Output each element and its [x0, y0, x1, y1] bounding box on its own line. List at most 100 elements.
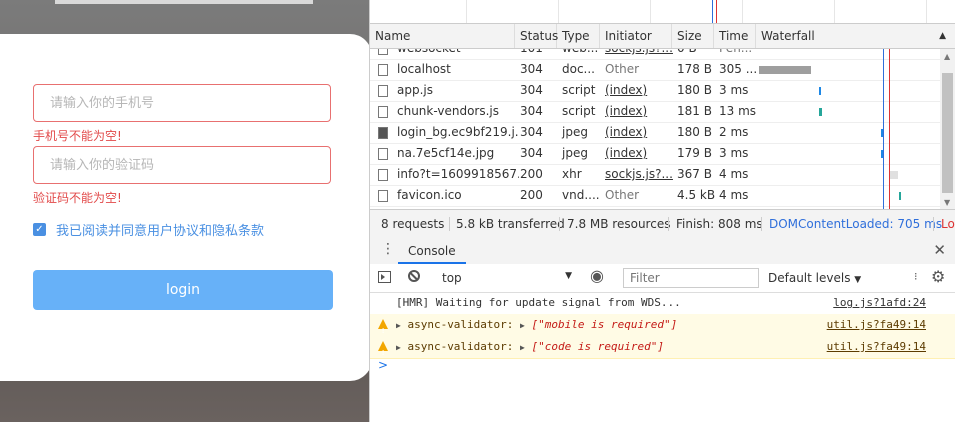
gear-icon[interactable]: ⚙: [931, 267, 945, 286]
col-size[interactable]: Size: [672, 24, 714, 48]
console-filter-input[interactable]: [623, 268, 759, 288]
cell-type: xhr: [562, 167, 582, 181]
summary-divider: [668, 217, 669, 231]
more-icon[interactable]: ⁝: [914, 270, 918, 283]
file-icon: [378, 106, 388, 118]
clear-console-icon[interactable]: [408, 270, 420, 282]
waterfall-bar: [819, 108, 822, 116]
cell-initiator[interactable]: sockjs.js?...: [600, 164, 677, 185]
load-marker: [716, 0, 717, 23]
cell-size: 181 B: [677, 104, 712, 118]
scrollbar-thumb[interactable]: [942, 73, 953, 193]
waterfall-bar: [899, 192, 901, 200]
console-warning[interactable]: ▶ async-validator: ▶ ["code is required"…: [370, 336, 955, 364]
file-icon: [378, 127, 388, 139]
overview-grid-line: [558, 0, 559, 23]
col-initiator[interactable]: Initiator: [600, 24, 672, 48]
table-row[interactable]: na.7e5cf14e.jpg 304 jpeg (index) 179 B 3 ms: [370, 143, 940, 165]
console-toolbar: top ▼ ◉ Default levels ▼ ⁝ ⚙: [370, 264, 955, 293]
cell-time: 13 ms: [719, 104, 757, 118]
cell-time: 305 ...: [719, 62, 758, 76]
table-row[interactable]: app.js 304 script (index) 180 B 3 ms: [370, 80, 940, 102]
login-button[interactable]: login: [33, 270, 333, 310]
cell-initiator: Other: [605, 62, 640, 76]
message-source-link[interactable]: util.js?fa49:14: [827, 336, 926, 358]
message-source-link[interactable]: log.js?1afd:24: [833, 292, 926, 314]
file-icon: [378, 190, 388, 202]
table-row[interactable]: localhost 304 doc... Other 178 B 305 ...: [370, 59, 940, 81]
console-warning[interactable]: ▶ async-validator: ▶ ["mobile is require…: [370, 314, 955, 342]
warning-value: ["mobile is required"]: [531, 318, 678, 331]
cell-status: 304: [520, 62, 543, 76]
expand-icon[interactable]: ▶: [396, 321, 401, 330]
cell-status: 304: [520, 125, 543, 139]
agree-checkbox[interactable]: ✓: [33, 223, 46, 236]
summary-requests: 8 requests: [381, 217, 445, 231]
expand-icon[interactable]: ▶: [520, 321, 525, 330]
cell-size: 4.5 kB: [677, 188, 716, 202]
cell-time: 3 ms: [719, 146, 749, 160]
phone-input[interactable]: [33, 84, 331, 122]
cell-size: 179 B: [677, 146, 712, 160]
warning-icon: [378, 319, 388, 342]
col-type[interactable]: Type: [557, 24, 600, 48]
cell-type: jpeg: [562, 146, 588, 160]
col-time[interactable]: Time: [714, 24, 756, 48]
col-waterfall[interactable]: Waterfall ▲: [756, 24, 955, 48]
expand-icon[interactable]: ▶: [520, 343, 525, 352]
cell-status: 304: [520, 83, 543, 97]
cell-initiator[interactable]: sockjs.js?...: [600, 49, 677, 59]
cell-initiator[interactable]: (index): [600, 80, 677, 101]
dcl-marker: [712, 0, 713, 23]
table-row[interactable]: favicon.ico 200 vnd.... Other 4.5 kB 4 ms: [370, 185, 940, 207]
cell-type: script: [562, 104, 596, 118]
load-line: [889, 49, 890, 209]
network-overview[interactable]: [370, 0, 955, 24]
file-icon: [378, 85, 388, 97]
agree-label[interactable]: 我已阅读并同意用户协议和隐私条款: [56, 220, 264, 239]
chevron-down-icon: ▼: [854, 275, 862, 285]
more-tools-icon[interactable]: ⋮: [381, 241, 395, 257]
col-status[interactable]: Status: [515, 24, 558, 48]
close-drawer-icon[interactable]: ✕: [933, 241, 946, 259]
expand-icon[interactable]: ▶: [396, 343, 401, 352]
message-source-link[interactable]: util.js?fa49:14: [827, 314, 926, 336]
cell-name: favicon.ico: [397, 188, 462, 202]
cell-size: 178 B: [677, 62, 712, 76]
file-icon: [378, 148, 388, 160]
col-name[interactable]: Name: [370, 24, 515, 48]
app-viewport: 手机号不能为空! 验证码不能为空! ✓ 我已阅读并同意用户协议和隐私条款 log…: [0, 0, 369, 422]
table-row[interactable]: chunk-vendors.js 304 script (index) 181 B 13 …: [370, 101, 940, 123]
summary-divider: [559, 217, 560, 231]
cell-name: chunk-vendors.js: [397, 104, 500, 118]
cell-initiator: Other: [605, 188, 640, 202]
background-photo-edge: [55, 0, 313, 4]
console-prompt[interactable]: >: [378, 358, 388, 372]
log-levels-dropdown[interactable]: Default levels ▼: [768, 271, 861, 285]
scroll-up-icon[interactable]: ▲: [944, 52, 950, 61]
chevron-down-icon: ▼: [565, 271, 572, 281]
network-scrollbar[interactable]: ▲ ▼: [940, 49, 955, 209]
sort-up-icon[interactable]: ▲: [939, 24, 946, 48]
cell-status: 304: [520, 104, 543, 118]
table-row[interactable]: login_bg.ec9bf219.j... 304 jpeg (index) 180 …: [370, 122, 940, 144]
sidebar-toggle-icon[interactable]: [378, 271, 391, 283]
scroll-down-icon[interactable]: ▼: [944, 198, 950, 207]
tab-console[interactable]: Console: [398, 238, 466, 264]
table-row[interactable]: info?t=1609918567... 200 xhr sockjs.js?... 3…: [370, 164, 940, 186]
message-text: [HMR] Waiting for update signal from WDS…: [396, 296, 681, 309]
context-selector[interactable]: top ▼: [432, 268, 572, 288]
cell-initiator[interactable]: (index): [600, 101, 677, 122]
cell-initiator[interactable]: (index): [600, 122, 677, 143]
cell-type: script: [562, 83, 596, 97]
agreement-row[interactable]: ✓ 我已阅读并同意用户协议和隐私条款: [33, 220, 264, 239]
code-input[interactable]: [33, 146, 331, 184]
cell-initiator[interactable]: (index): [600, 143, 677, 164]
cell-size: 180 B: [677, 125, 712, 139]
overview-grid-line: [650, 0, 651, 23]
cell-name: websocket: [392, 49, 519, 59]
eye-icon[interactable]: ◉: [590, 266, 604, 285]
cell-size: 367 B: [677, 167, 712, 181]
summary-divider: [933, 217, 934, 231]
cell-name: app.js: [397, 83, 433, 97]
